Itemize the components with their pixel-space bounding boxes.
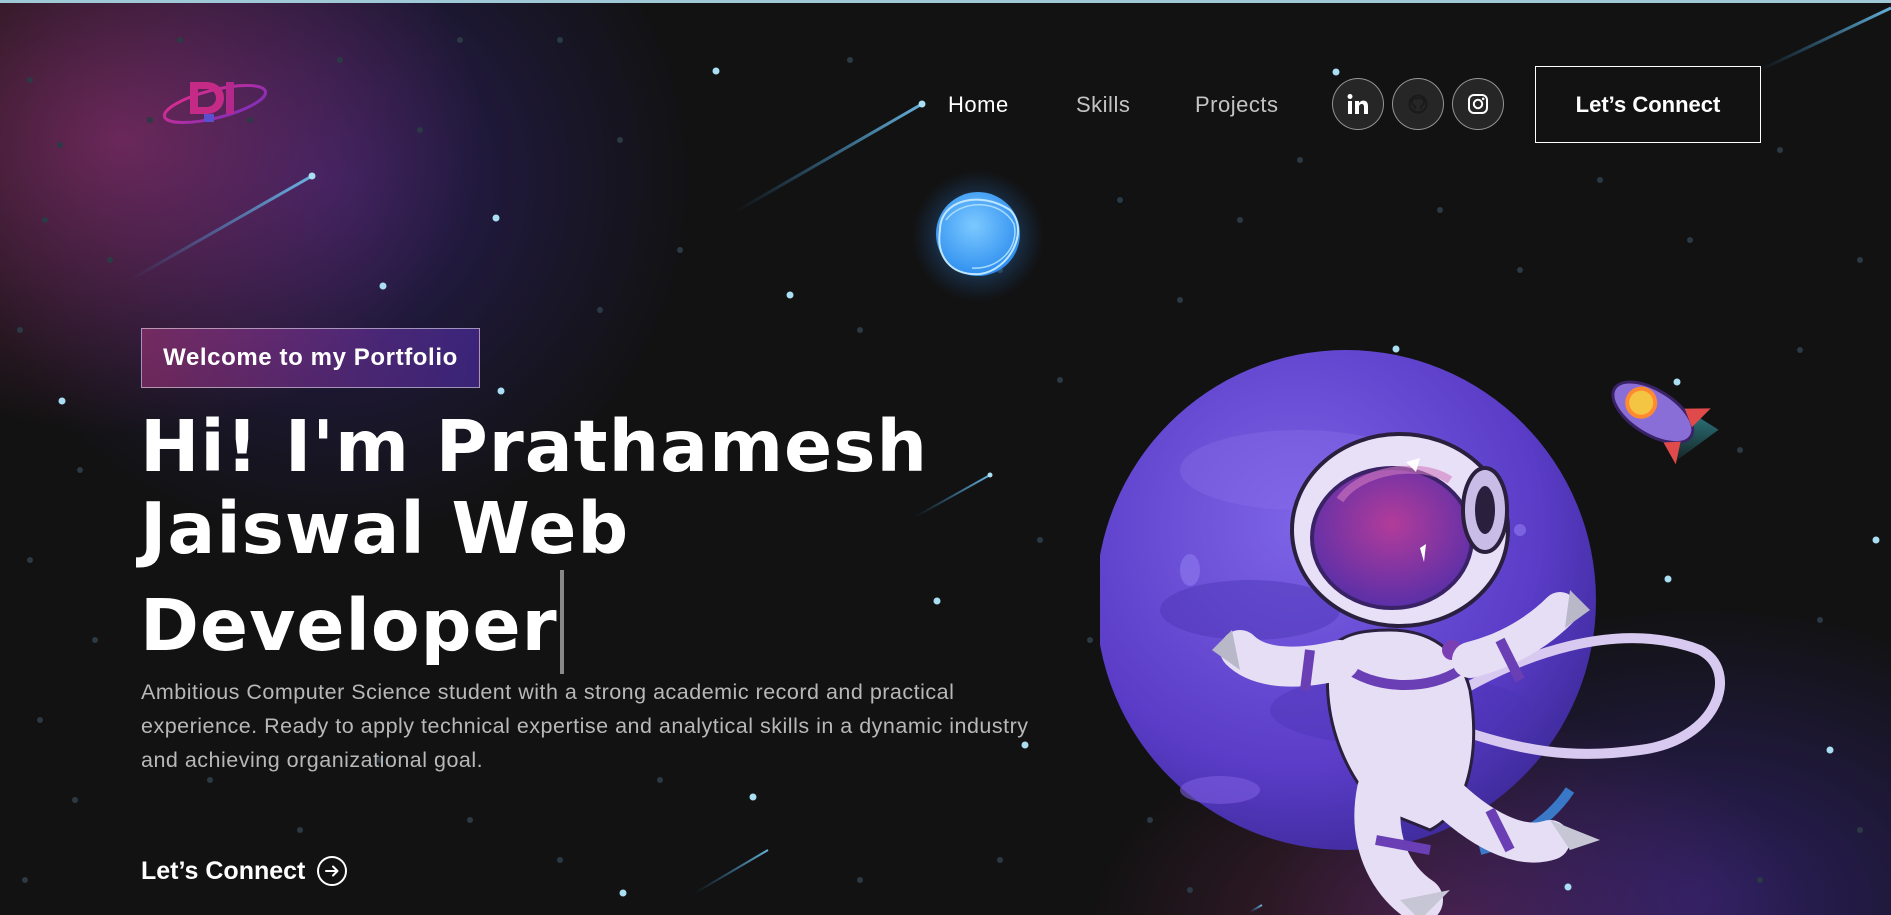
hero-connect-label: Let’s Connect	[141, 856, 306, 885]
typing-cursor	[559, 570, 564, 674]
blue-orb-illustration	[912, 170, 1044, 302]
headline-line-2: Jaiswal Web	[140, 487, 630, 570]
rocket	[1611, 380, 1719, 465]
headline-line-3: Developer	[140, 584, 558, 667]
instagram-button[interactable]	[1452, 78, 1504, 130]
welcome-tagline: Welcome to my Portfolio	[141, 328, 480, 388]
site-logo[interactable]	[160, 76, 270, 136]
hero-headline: Hi! I'm Prathamesh Jaiswal Web Developer	[140, 406, 940, 674]
nav-link-skills[interactable]: Skills	[1076, 92, 1130, 118]
linkedin-icon	[1347, 94, 1368, 114]
header-connect-button[interactable]: Let’s Connect	[1535, 66, 1761, 143]
nav-link-projects[interactable]: Projects	[1195, 92, 1278, 118]
github-icon	[1408, 94, 1428, 114]
headline-line-1: Hi! I'm Prathamesh	[140, 405, 929, 488]
hero-description: Ambitious Computer Science student with …	[141, 680, 1029, 772]
arrow-right-circle-icon	[317, 856, 348, 886]
nav-link-home[interactable]: Home	[948, 92, 1009, 118]
portfolio-page: Home Skills Projects Let’s Connect Welco…	[0, 0, 1891, 915]
linkedin-button[interactable]	[1332, 78, 1384, 130]
astronaut-planet-illustration	[1100, 350, 1725, 915]
github-button[interactable]	[1392, 78, 1444, 130]
hero-connect-link[interactable]: Let’s Connect	[141, 856, 348, 886]
instagram-icon	[1468, 94, 1488, 114]
